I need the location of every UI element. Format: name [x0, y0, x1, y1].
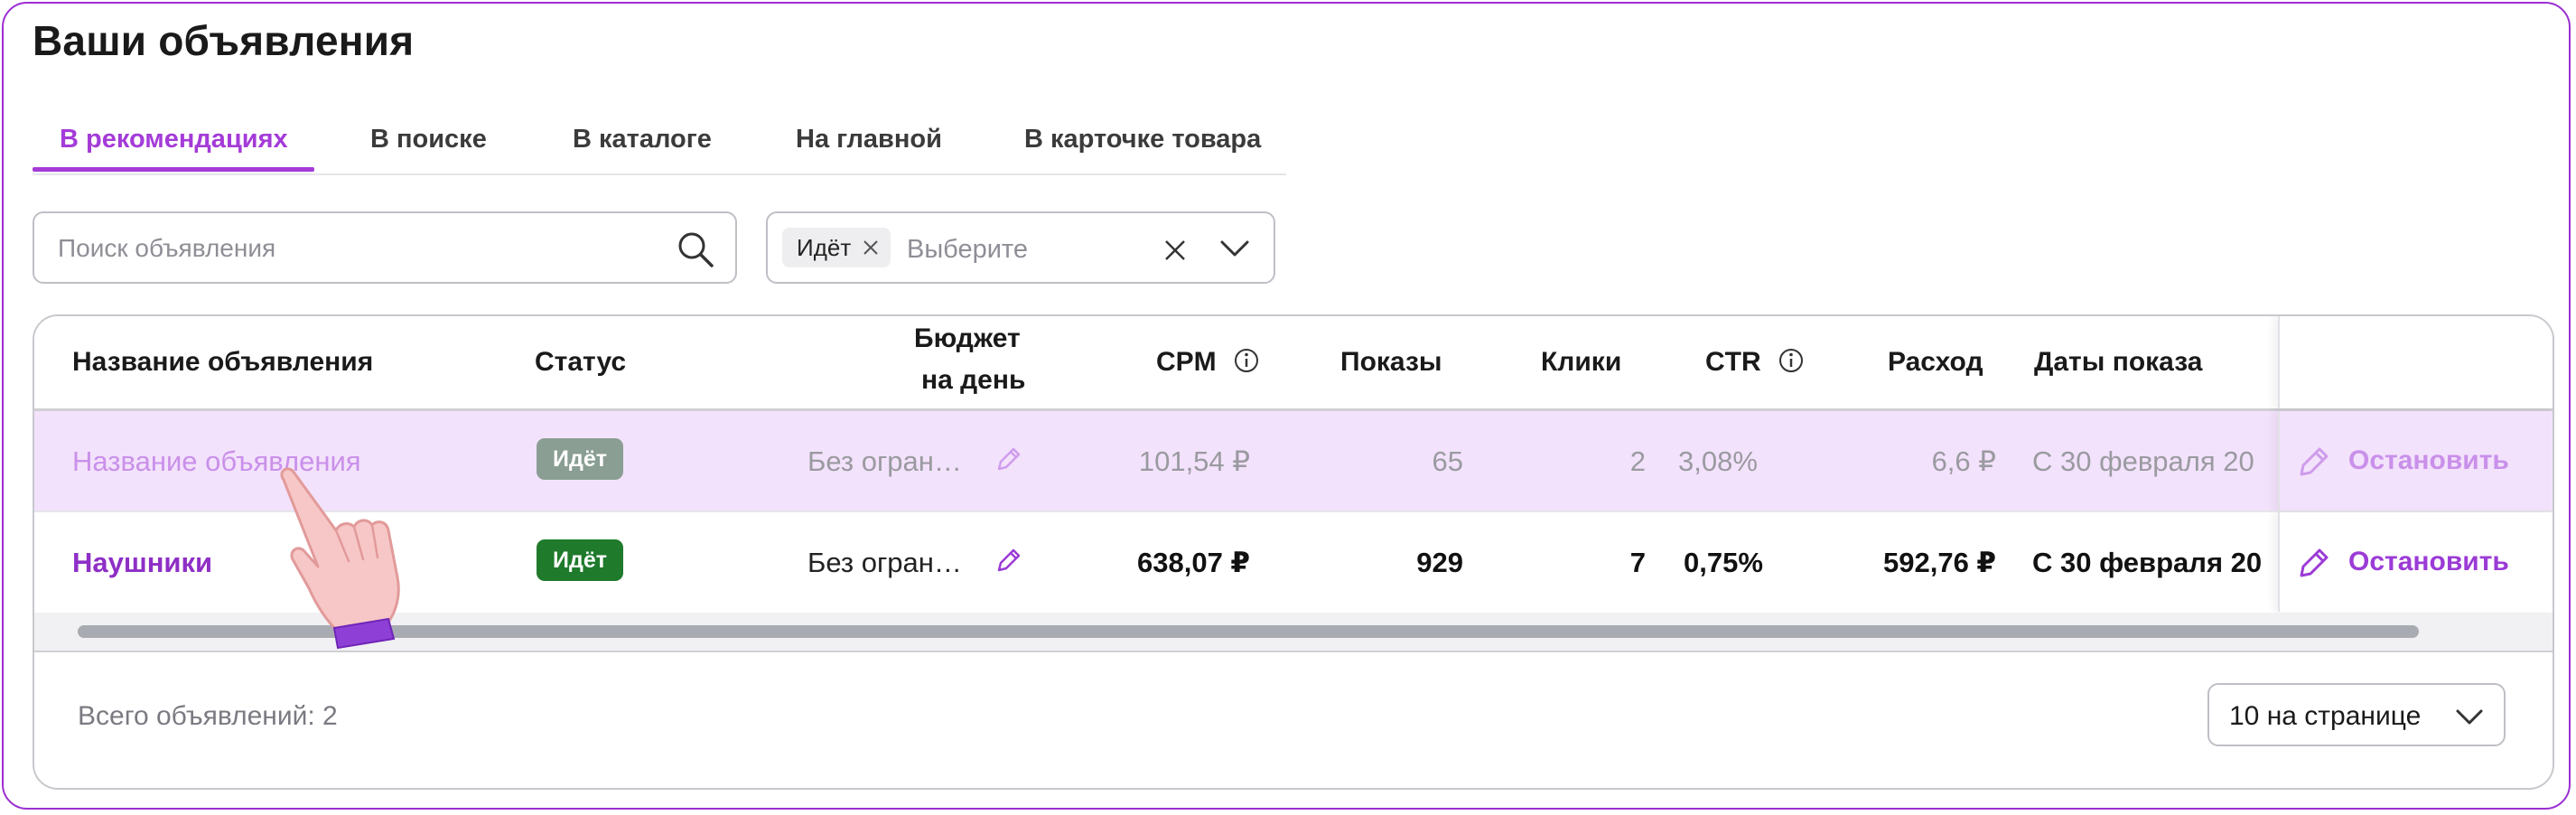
tab-bar: В рекомендациях В поиске В каталоге На г…	[33, 117, 1286, 175]
clear-icon[interactable]	[1163, 239, 1187, 262]
column-header-dates[interactable]: Даты показа	[2034, 347, 2202, 378]
column-header-cpm-label: CPM	[1156, 347, 1217, 377]
search-box	[33, 211, 737, 284]
status-badge: Идёт	[537, 438, 623, 480]
chip-close-icon[interactable]	[860, 237, 882, 258]
ads-panel: Ваши объявления В рекомендациях В поиске…	[2, 2, 2571, 810]
info-icon[interactable]	[1233, 347, 1260, 374]
status-chip-label: Идёт	[797, 234, 852, 261]
status-chip: Идёт	[782, 228, 891, 267]
pencil-icon[interactable]	[2296, 444, 2332, 480]
table-row[interactable]: Название объявления Идёт Без огран… 101,…	[34, 411, 2553, 511]
row-actions: Остановить	[2278, 411, 2553, 511]
stop-button[interactable]: Остановить	[2348, 547, 2509, 577]
status-badge: Идёт	[537, 539, 623, 581]
horizontal-scrollbar[interactable]	[34, 613, 2553, 652]
pencil-icon[interactable]	[2296, 545, 2332, 581]
search-icon[interactable]	[676, 230, 715, 269]
column-header-name[interactable]: Название объявления	[72, 347, 373, 378]
cpm-value: 638,07 ₽	[1137, 547, 1250, 578]
total-count: Всего объявлений: 2	[78, 701, 338, 731]
filter-placeholder: Выберите	[907, 235, 1029, 264]
cpm-value: 101,54 ₽	[1138, 445, 1250, 477]
column-header-clicks[interactable]: Клики	[1541, 347, 1621, 378]
spend-value: 6,6 ₽	[1931, 445, 1996, 477]
column-header-impressions[interactable]: Показы	[1340, 347, 1442, 378]
column-header-status[interactable]: Статус	[535, 347, 626, 378]
tab-search[interactable]: В поиске	[370, 125, 487, 155]
spend-value: 592,76 ₽	[1883, 547, 1996, 578]
tab-recommendations[interactable]: В рекомендациях	[60, 125, 288, 155]
info-icon[interactable]	[1778, 347, 1805, 374]
budget-value: Без огран…	[807, 547, 962, 578]
active-tab-indicator	[33, 167, 314, 172]
ctr-value: 0,75%	[1684, 547, 1763, 578]
column-header-budget-line1[interactable]: Бюджет	[914, 323, 1021, 354]
column-header-budget-line2[interactable]: на день	[921, 365, 1025, 396]
edit-budget-pencil-icon[interactable]	[994, 444, 1024, 474]
chevron-down-icon[interactable]	[1219, 239, 1250, 258]
tab-main[interactable]: На главной	[796, 125, 942, 155]
scrollbar-thumb[interactable]	[78, 625, 2419, 638]
column-header-cpm[interactable]: CPM	[1156, 347, 1260, 378]
column-header-spend[interactable]: Расход	[1888, 347, 1983, 378]
clicks-value: 2	[1629, 445, 1646, 477]
pointing-hand-cursor-icon	[280, 467, 400, 650]
tab-catalog[interactable]: В каталоге	[573, 125, 712, 155]
table-row[interactable]: Наушники Идёт Без огран… 638,07 ₽ 929 7 …	[34, 512, 2553, 612]
column-header-actions	[2278, 316, 2553, 408]
ad-name-link[interactable]: Наушники	[72, 547, 212, 579]
status-filter[interactable]: Идёт Выберите	[766, 211, 1275, 284]
chevron-down-icon	[2456, 709, 2483, 725]
column-header-ctr[interactable]: CTR	[1705, 347, 1805, 378]
impressions-value: 65	[1432, 445, 1463, 477]
budget-value: Без огран…	[807, 445, 962, 477]
clicks-value: 7	[1629, 547, 1646, 578]
dates-value: С 30 февраля 20	[2032, 547, 2263, 578]
per-page-select[interactable]: 10 на странице	[2207, 683, 2506, 746]
column-header-ctr-label: CTR	[1705, 347, 1761, 377]
page-title: Ваши объявления	[33, 17, 415, 64]
edit-budget-pencil-icon[interactable]	[994, 545, 1024, 576]
ctr-value: 3,08%	[1678, 445, 1758, 477]
dates-value: С 30 февраля 20	[2032, 445, 2254, 477]
tab-product-card[interactable]: В карточке товара	[1024, 125, 1261, 155]
row-actions: Остановить	[2278, 512, 2553, 612]
stop-button[interactable]: Остановить	[2348, 445, 2509, 476]
table-header: Название объявления Статус Бюджет на ден…	[34, 316, 2553, 411]
search-input[interactable]	[56, 230, 656, 267]
per-page-value: 10 на странице	[2229, 701, 2422, 731]
impressions-value: 929	[1416, 547, 1463, 578]
ads-table: Название объявления Статус Бюджет на ден…	[33, 314, 2554, 790]
